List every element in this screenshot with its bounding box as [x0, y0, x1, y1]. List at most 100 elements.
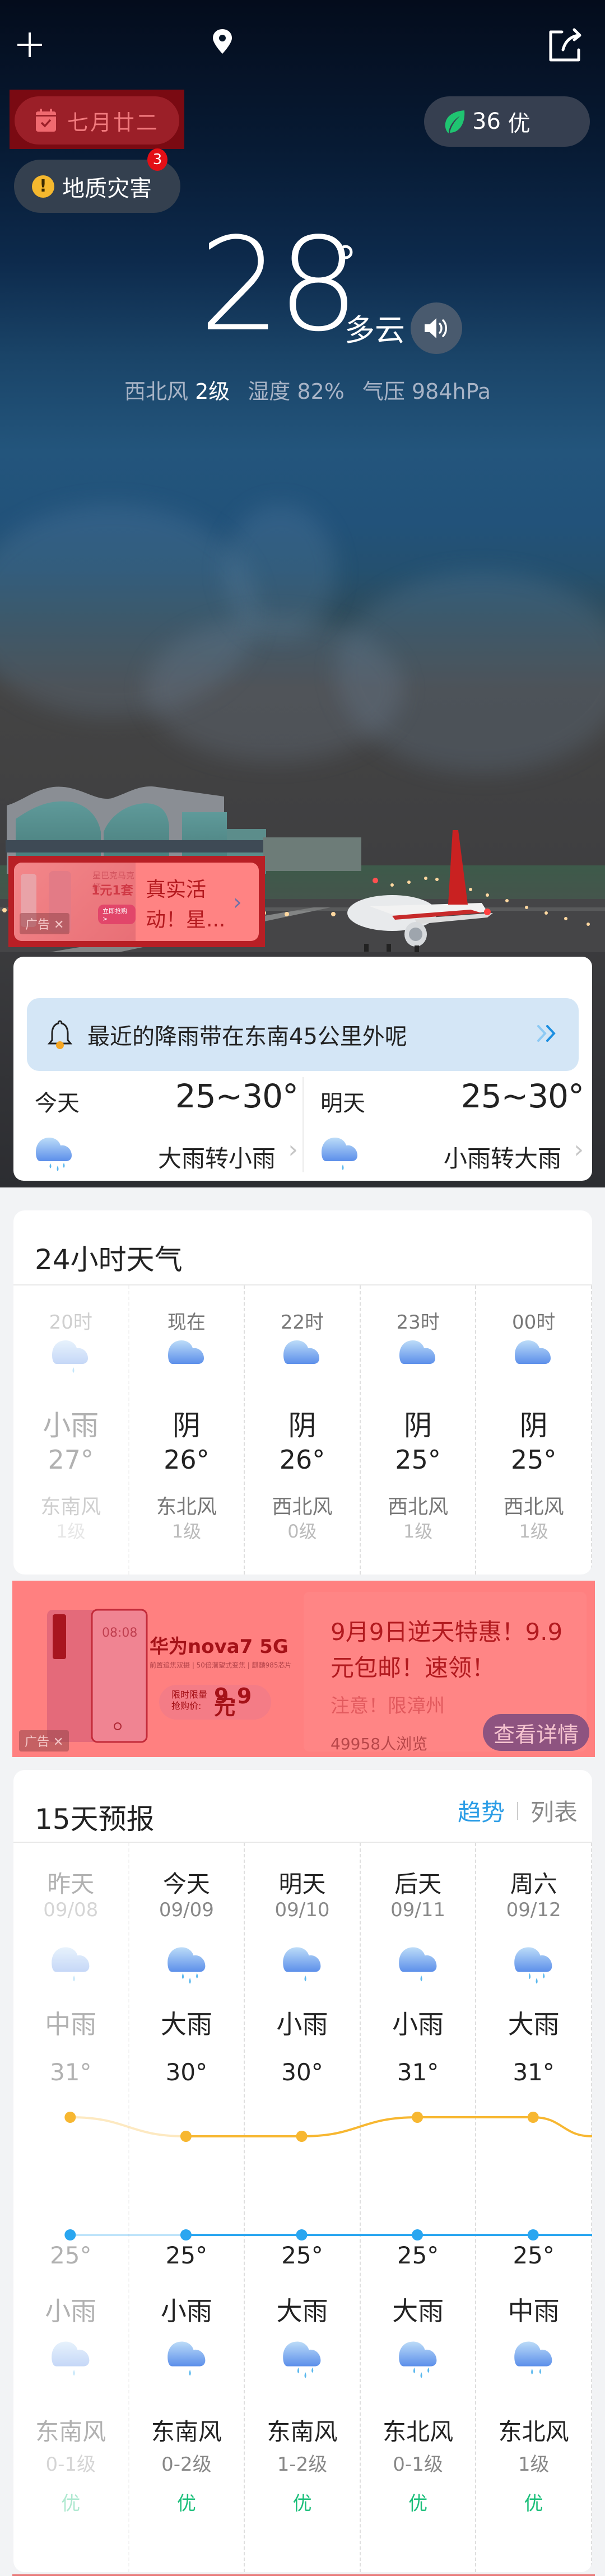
high-temp-label: 31° [513, 2058, 555, 2086]
light-rain-icon [50, 2336, 95, 2376]
current-temperature: 28 [199, 211, 360, 360]
light-rain-icon [320, 1132, 363, 1170]
svg-text:08:08: 08:08 [102, 1626, 137, 1640]
current-condition: 多云 [345, 313, 405, 348]
day-aqi: 优 [292, 2493, 312, 2515]
hour-label: 23时 [396, 1311, 440, 1334]
light-rain-icon [282, 1941, 327, 1982]
high-temp-label: 31° [50, 2058, 92, 2086]
hour-label: 20时 [49, 1311, 92, 1334]
heavy-rain-icon [398, 2336, 443, 2378]
daily-item[interactable]: 今天 09/09 大雨 30° 25° 小雨 东南风 0-2级优 [129, 1843, 245, 2572]
low-temp-label: 25° [513, 2242, 555, 2269]
hourly-item[interactable]: 22时阴 26° 西北风 0级 [245, 1285, 361, 1575]
price-badge: 限时限量 抢购价: 9.9元 [159, 1685, 271, 1720]
hour-condition: 小雨 [43, 1409, 99, 1442]
lunar-date-label: 七月廿二 [67, 110, 160, 135]
daily-item[interactable]: 后天 09/11 小雨 31° 25° 大雨 东北风 0-1级优 [361, 1843, 477, 2572]
day-condition: 大雨 [508, 2009, 560, 2039]
ad-tag[interactable]: 广告 ✕ [20, 913, 70, 934]
close-icon[interactable]: ✕ [53, 1735, 63, 1749]
product-features: 前置追焦双摄 | 50倍潜望式变焦 | 麒麟985芯片 [150, 1661, 292, 1669]
wind-label: 西北风 [124, 379, 189, 404]
ad-details-panel: 9月9日逆天特惠！9.9元包邮！速领！ 注意！限漳州 49958人浏览 查看详情 [304, 1592, 589, 1753]
hourly-item[interactable]: 20时 小雨 27° 东南风 1级 [13, 1285, 129, 1575]
geo-hazard-label: 地质灾害 [62, 175, 152, 202]
ad-tag[interactable]: 广告 ✕ [19, 1730, 69, 1752]
hour-wind-level: 1级 [403, 1521, 433, 1542]
hour-label: 00时 [512, 1311, 556, 1334]
low-temp-label: 25° [50, 2242, 92, 2269]
hour-temperature: 27° [48, 1445, 94, 1475]
today-range: 25~30° [175, 1077, 299, 1115]
humidity-value: 82% [297, 379, 345, 404]
today-summary[interactable]: 今天 25~30° 大雨转小雨 › [35, 1077, 299, 1178]
day-wind-direction: 东南风 [151, 2418, 222, 2445]
chevron-right-icon: › [233, 889, 242, 915]
hour-wind-direction: 东北风 [156, 1496, 217, 1518]
light-rain-icon [50, 1941, 95, 1982]
moderate-rain-icon [513, 2336, 558, 2375]
chevron-right-icon: › [574, 1135, 584, 1164]
voice-broadcast-button[interactable] [411, 302, 462, 354]
rain-summary-card: 最近的降雨带在东南45公里外呢 今天 25~30° 大雨转小雨 › 明天 25~… [13, 957, 592, 1181]
product-ad-banner[interactable]: 08:08 华为nova7 5G 前置追焦双摄 | 50倍潜望式变焦 | 麒麟9… [12, 1581, 595, 1757]
day-wind-direction: 东南风 [267, 2418, 338, 2445]
view-details-button[interactable]: 查看详情 [483, 1714, 589, 1751]
precipitation-alert-bar[interactable]: 最近的降雨带在东南45公里外呢 [27, 998, 579, 1071]
price-value: 9.9元 [214, 1684, 252, 1720]
hourly-item[interactable]: 23时阴 25° 西北风 1级 [361, 1285, 477, 1575]
night-condition: 大雨 [276, 2296, 328, 2326]
day-wind-level: 1-2级 [277, 2453, 328, 2476]
tab-trend[interactable]: 趋势 [458, 1794, 505, 1828]
humidity-label: 湿度 [248, 379, 291, 404]
aqi-value: 36 [472, 109, 501, 134]
overcast-icon [514, 1335, 556, 1380]
day-wind-level: 0-2级 [161, 2453, 212, 2476]
aqi-button[interactable]: 36 优 [424, 96, 590, 147]
day-condition: 小雨 [276, 2009, 328, 2039]
divider [516, 1801, 518, 1820]
lunar-date-button[interactable]: 七月廿二 [15, 96, 179, 145]
mini-ad-banner[interactable]: 星巴克马克杯 1元1套 立即抢购> 广告 ✕ 真实活 动！星... › [14, 863, 259, 941]
hour-temperature: 25° [510, 1445, 557, 1475]
daily-list[interactable]: 昨天 09/08 中雨 31° 25° 小雨 东南风 0-1级优 今天 09/09 大雨 30° 25°… [13, 1843, 592, 2572]
light-rain-icon [398, 1941, 443, 1982]
hour-wind-direction: 东南风 [40, 1496, 101, 1518]
tomorrow-summary[interactable]: 明天 25~30° 小雨转大雨 › [320, 1077, 584, 1178]
share-button[interactable] [546, 25, 585, 64]
precipitation-alert-text: 最近的降雨带在东南45公里外呢 [87, 1024, 407, 1050]
location-button[interactable] [213, 29, 232, 54]
hour-condition: 阴 [404, 1409, 432, 1442]
hour-wind-level: 1级 [519, 1521, 548, 1542]
hourly-item[interactable]: 现在阴 26° 东北风 1级 [129, 1285, 245, 1575]
hourly-list[interactable]: 20时小雨 27° 东南风 1级 现在阴 26° 东北风 1级 22时阴 26° 西北风 0级 23时阴… [13, 1285, 592, 1575]
wind-value: 2级 [195, 379, 230, 404]
hour-condition: 阴 [519, 1409, 548, 1442]
night-condition: 中雨 [508, 2296, 560, 2326]
day-name: 今天 [162, 1870, 210, 1898]
location-pin-icon [213, 29, 232, 54]
day-aqi: 优 [524, 2493, 543, 2515]
add-city-button[interactable] [16, 31, 44, 59]
daily-item[interactable]: 昨天 09/08 中雨 31° 25° 小雨 东南风 0-1级优 [13, 1843, 129, 2572]
daily-item[interactable]: 明天 09/10 小雨 30° 25° 大雨 东南风 1-2级优 [245, 1843, 361, 2572]
high-temp-label: 30° [165, 2058, 208, 2086]
hour-wind-direction: 西北风 [388, 1496, 449, 1518]
ad-tag-label: 广告 [25, 1735, 50, 1749]
tab-list[interactable]: 列表 [530, 1794, 578, 1828]
ad-note: 注意！限漳州 [331, 1695, 445, 1717]
day-name: 后天 [394, 1870, 442, 1898]
day-wind-direction: 东南风 [35, 2418, 106, 2445]
hourly-item[interactable]: 00时阴 25° 西北风 1级 [476, 1285, 592, 1575]
ad-title: 9月9日逆天特惠！9.9元包邮！速领！ [331, 1618, 563, 1681]
hour-temperature: 26° [279, 1445, 325, 1475]
day-aqi: 优 [61, 2493, 81, 2515]
light-rain-icon [51, 1335, 94, 1373]
close-icon[interactable]: ✕ [54, 918, 64, 932]
mini-ad-image-text2: 1元1套 [91, 884, 133, 898]
double-chevron-right-icon [537, 1025, 556, 1042]
daily-item[interactable]: 周六 09/12 大雨 31° 25° 中雨 东北风 1级优 [476, 1843, 592, 2572]
mini-ad-image-button: 立即抢购> [98, 905, 136, 924]
low-temp-label: 25° [165, 2242, 208, 2269]
